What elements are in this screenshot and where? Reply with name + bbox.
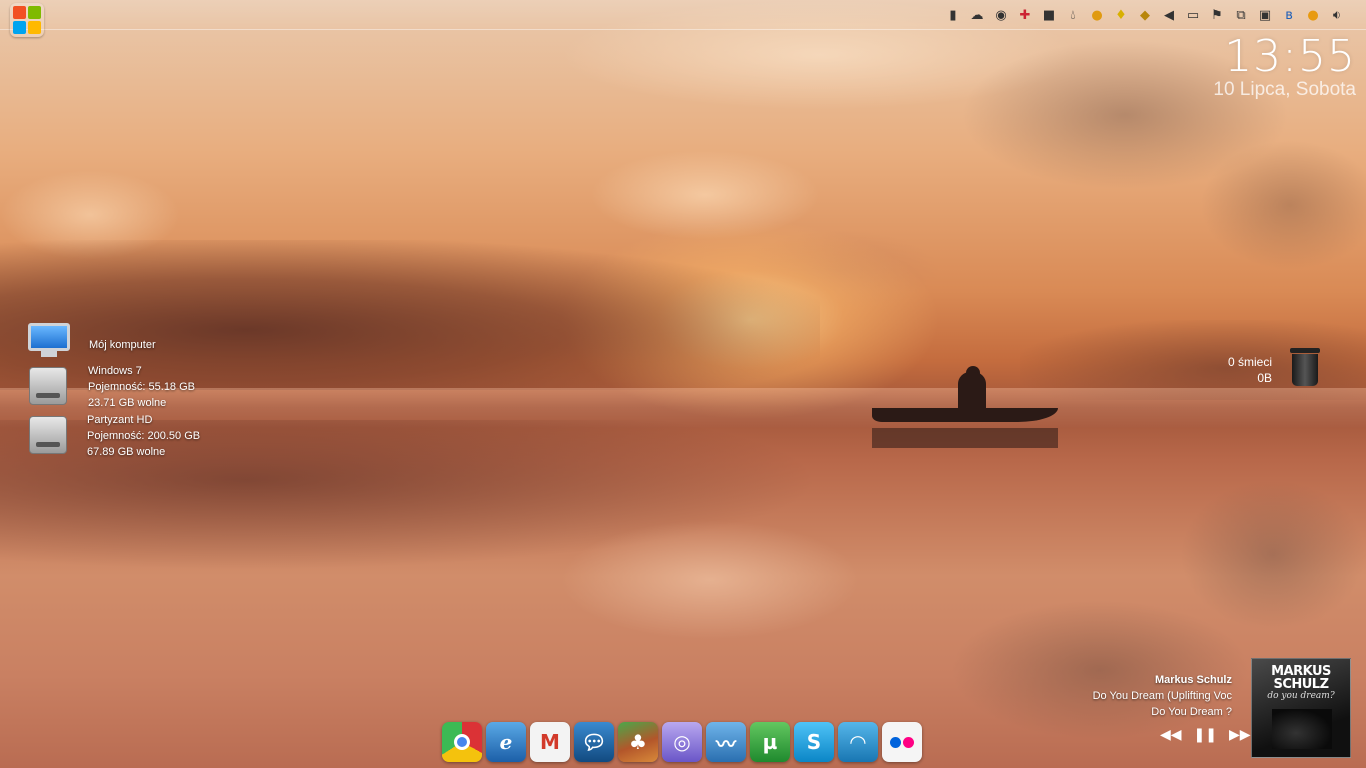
player-album: Do You Dream ? bbox=[1151, 706, 1232, 718]
wifi-icon[interactable]: ◠ bbox=[838, 722, 878, 762]
window-icon[interactable]: ▣ bbox=[1256, 6, 1274, 24]
hard-drive-icon[interactable] bbox=[29, 416, 67, 454]
recycle-bin-info: 0 śmieci 0B bbox=[1228, 354, 1272, 386]
monitor-icon[interactable]: ▭ bbox=[1184, 6, 1202, 24]
windows-logo-blue bbox=[13, 21, 26, 34]
chat-icon[interactable]: 💬︎ bbox=[574, 722, 614, 762]
trash-icon[interactable] bbox=[1290, 348, 1320, 386]
drive-capacity: Pojemność: 55.18 GB bbox=[88, 381, 196, 393]
recycle-bin-size: 0B bbox=[1257, 371, 1272, 385]
internet-explorer-icon[interactable]: e bbox=[486, 722, 526, 762]
wallpaper bbox=[0, 0, 1366, 768]
drive-name[interactable]: Partyzant HD bbox=[87, 412, 200, 428]
clock-time: 13:55 bbox=[1224, 31, 1356, 82]
my-computer-icon[interactable] bbox=[28, 323, 70, 357]
antivirus-icon[interactable]: ✚ bbox=[1016, 6, 1034, 24]
player-artist: Markus Schulz bbox=[1154, 674, 1232, 686]
game-icon[interactable]: ♣ bbox=[618, 722, 658, 762]
album-art-subtitle: do you dream? bbox=[1267, 691, 1335, 701]
tag-icon[interactable]: ◆ bbox=[1136, 6, 1154, 24]
flag-icon[interactable]: ⚑ bbox=[1208, 6, 1226, 24]
pause-icon[interactable]: ❚❚ bbox=[1194, 726, 1217, 743]
player-controls: ◀◀ ❚❚ ▶▶ bbox=[1160, 726, 1251, 743]
display-icon[interactable]: ■ bbox=[1040, 6, 1058, 24]
recycle-bin-count: 0 śmieci bbox=[1227, 355, 1272, 369]
usb-icon[interactable]: ⧉ bbox=[1232, 6, 1250, 24]
bluetooth-icon[interactable]: ʙ bbox=[1280, 6, 1298, 24]
media-player-icon[interactable]: ◎ bbox=[662, 722, 702, 762]
album-art[interactable]: MARKUS SCHULZ do you dream? bbox=[1251, 658, 1351, 758]
flickr-icon[interactable] bbox=[882, 722, 922, 762]
wings-app-icon[interactable]: 〰 bbox=[706, 722, 746, 762]
rewind-icon[interactable]: ◀◀ bbox=[1160, 726, 1182, 743]
player-track: Do You Dream (Uplifting Voc bbox=[1092, 690, 1232, 702]
orange-menu-icon[interactable]: ● bbox=[1304, 6, 1322, 24]
drive-capacity: Pojemność: 200.50 GB bbox=[87, 430, 201, 442]
hard-drive-icon[interactable] bbox=[29, 367, 67, 405]
music-player: Markus Schulz Do You Dream (Uplifting Vo… bbox=[1072, 672, 1232, 720]
battery-icon[interactable]: ▮ bbox=[944, 6, 962, 24]
water-drop-icon[interactable]: 💧︎ bbox=[1064, 6, 1082, 24]
network-icon[interactable]: ☁ bbox=[968, 6, 986, 24]
skype-icon[interactable]: S bbox=[794, 722, 834, 762]
drive-info-windows7: Windows 7 Pojemność: 55.18 GB 23.71 GB w… bbox=[88, 363, 195, 411]
sun-icon[interactable]: ● bbox=[1088, 6, 1106, 24]
dock: e M 💬︎ ♣ ◎ 〰 µ S ◠ bbox=[442, 722, 922, 764]
windows-logo-red bbox=[13, 6, 26, 19]
speaker-icon[interactable]: ◀ bbox=[1160, 6, 1178, 24]
utorrent-icon[interactable]: µ bbox=[750, 722, 790, 762]
windows-logo-yellow bbox=[28, 21, 41, 34]
lightbulb-icon[interactable]: ♦ bbox=[1112, 6, 1130, 24]
album-art-figure bbox=[1272, 709, 1332, 749]
drive-name[interactable]: Windows 7 bbox=[88, 363, 195, 379]
my-computer-label[interactable]: Mój komputer bbox=[89, 337, 156, 353]
disc-icon[interactable]: ◉ bbox=[992, 6, 1010, 24]
chrome-icon[interactable] bbox=[442, 722, 482, 762]
album-art-title: MARKUS SCHULZ bbox=[1271, 664, 1331, 692]
system-tray: ▮ ☁ ◉ ✚ ■ 💧︎ ● ♦ ◆ ◀ ▭ ⚑ ⧉ ▣ ʙ ● 🔉︎ bbox=[944, 4, 1346, 26]
start-button[interactable] bbox=[10, 3, 44, 37]
drive-free: 23.71 GB wolne bbox=[88, 397, 167, 409]
volume-icon[interactable]: 🔉︎ bbox=[1328, 6, 1346, 24]
gmail-icon[interactable]: M bbox=[530, 722, 570, 762]
drive-free: 67.89 GB wolne bbox=[87, 446, 166, 458]
drive-info-partyzant: Partyzant HD Pojemność: 200.50 GB 67.89 … bbox=[87, 412, 200, 460]
clock-date: 10 Lipca, Sobota bbox=[1213, 79, 1356, 100]
windows-logo-green bbox=[28, 6, 41, 19]
fast-forward-icon[interactable]: ▶▶ bbox=[1229, 726, 1251, 743]
clock-widget: 13:55 10 Lipca, Sobota bbox=[1213, 34, 1356, 100]
